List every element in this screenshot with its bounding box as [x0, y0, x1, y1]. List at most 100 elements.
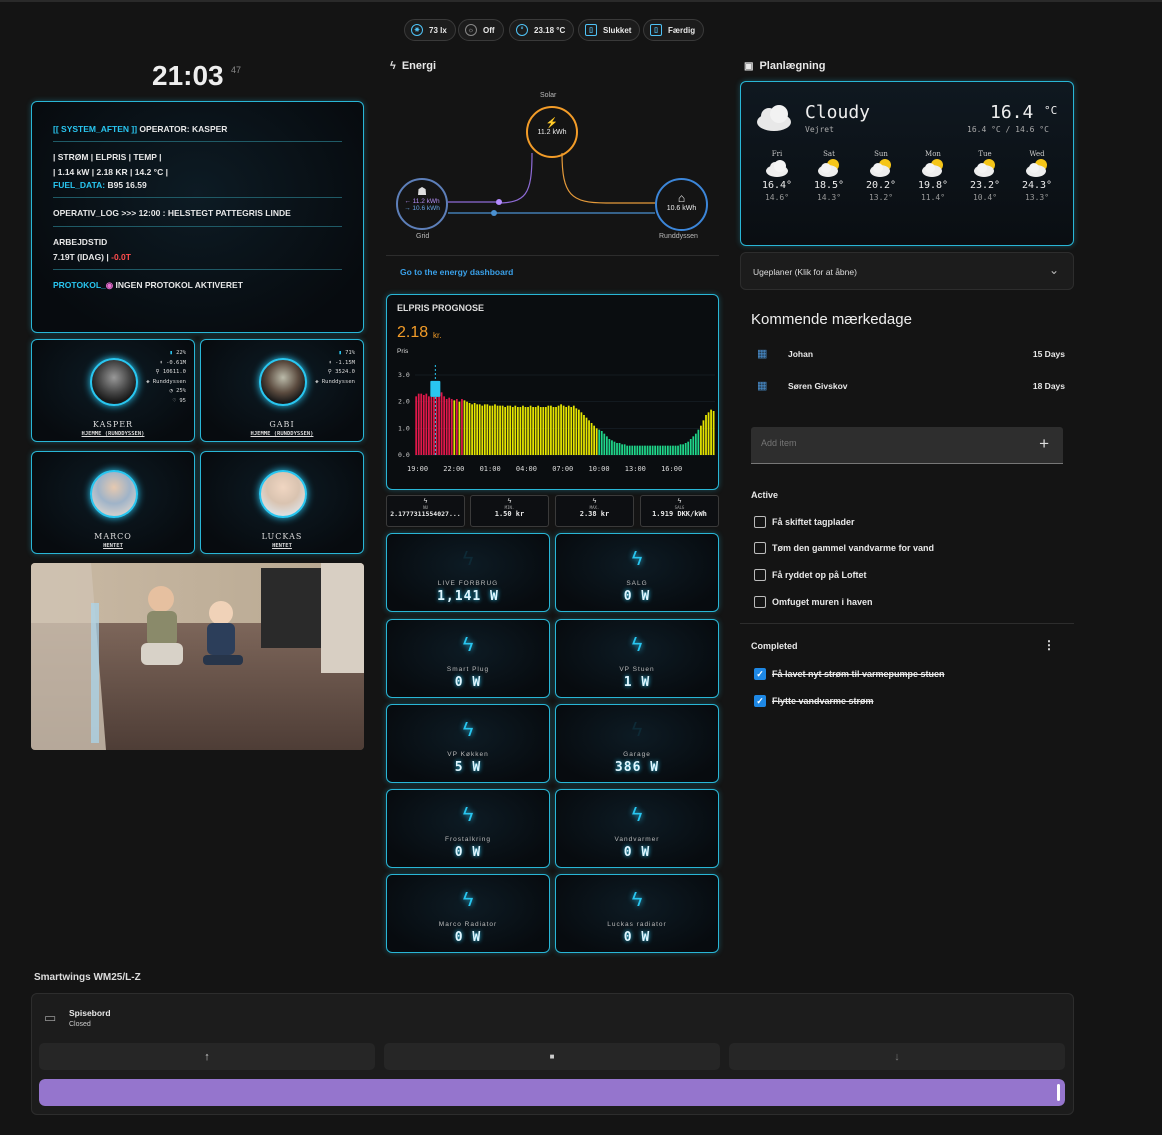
price-bar [527, 407, 529, 455]
solar-node[interactable]: ⚡ 11.2 kWh [526, 106, 578, 158]
cover-position-slider[interactable] [39, 1079, 1065, 1106]
grid-node[interactable]: ☗ ← 11.2 kWh → 10.6 kWh [396, 178, 448, 230]
slider-handle[interactable] [1057, 1084, 1060, 1101]
y-tick-label: 3.0 [398, 371, 410, 379]
checkbox-checked[interactable]: ✓ [754, 695, 766, 707]
todo-item[interactable]: Få skiftet tagplader [754, 516, 855, 528]
chip-device[interactable]: ▯ Slukket [578, 19, 641, 41]
power-live-consumption[interactable]: ϟ LIVE FORBRUG 1,141 W [386, 533, 550, 612]
price-bar [651, 445, 654, 455]
price-bar [644, 445, 646, 455]
x-tick-label: 13:00 [625, 465, 646, 473]
checkbox[interactable] [754, 516, 766, 528]
more-vertical-icon[interactable]: ⋮ [1043, 638, 1055, 652]
person-card-luckas[interactable]: LUCKAS HENTET [200, 451, 364, 554]
protocol-line: PROTOKOL_◉ INGEN PROTOKOL AKTIVERET [53, 280, 243, 290]
todo-item-completed[interactable]: ✓ Få lavet nyt strøm til varmepumpe stuen [754, 668, 945, 680]
price-bar [466, 401, 468, 455]
temperature-unit: °C [1044, 104, 1058, 117]
weather-card[interactable]: Cloudy Vejret 16.4 °C 16.4 °C / 14.6 °C … [740, 81, 1074, 246]
power-luckas-radiator[interactable]: ϟ Luckas radiator 0 W [555, 874, 719, 953]
power-marco-radiator[interactable]: ϟ Marco Radiator 0 W [386, 874, 550, 953]
price-bar [631, 445, 634, 455]
power-vandvarmer[interactable]: ϟ Vandvarmer 0 W [555, 789, 719, 868]
price-bar [649, 445, 651, 455]
price-bar [417, 393, 420, 455]
cover-stop-button[interactable]: ■ [384, 1043, 720, 1070]
active-title: Active [751, 490, 779, 500]
add-item-input[interactable] [761, 438, 1021, 448]
price-bar [654, 445, 657, 455]
price-bar [567, 405, 570, 455]
checkbox[interactable] [754, 596, 766, 608]
energy-dashboard-link[interactable]: Go to the energy dashboard [400, 267, 513, 277]
chip-light[interactable]: ☼ Off [458, 19, 504, 41]
calendar-icon: ▦ [757, 380, 768, 392]
price-bar [677, 445, 679, 455]
person-name: KASPER [92, 420, 134, 429]
divider [53, 197, 342, 198]
chip-temperature[interactable]: ° 23.18 °C [509, 19, 575, 41]
power-garage[interactable]: ϟ Garage 386 W [555, 704, 719, 783]
cover-open-button[interactable]: ↑ [39, 1043, 375, 1070]
power-frostalkring[interactable]: ϟ Frostalkring 0 W [386, 789, 550, 868]
price-bar [544, 407, 547, 455]
todo-item[interactable]: Få ryddet op på Loftet [754, 569, 867, 581]
power-sale[interactable]: ϟ SALG 0 W [555, 533, 719, 612]
todo-item[interactable]: Omfuget muren i haven [754, 596, 873, 608]
price-bar [633, 445, 636, 455]
price-bar [550, 405, 552, 455]
price-bar [666, 445, 669, 455]
list-item[interactable]: ▦ Johan 15 Days [757, 347, 1065, 361]
blinds-icon[interactable]: ▭ [44, 1010, 56, 1026]
power-vp-kokken[interactable]: ϟ VP Køkken 5 W [386, 704, 550, 783]
home-node[interactable]: ⌂ 10.6 kWh [655, 178, 708, 231]
checkbox-checked[interactable]: ✓ [754, 668, 766, 680]
bolt-icon: ϟ [462, 889, 474, 911]
weekplans-expander[interactable]: Ugeplaner (Klik for at åbne) ⌄ [740, 252, 1074, 290]
temperature-range: 16.4 °C / 14.6 °C [967, 125, 1049, 134]
person-stats: ▮ 22% ⬍ -0.61M ⚲ 10611.0 ◈ Runddyssen ◔ … [146, 350, 186, 404]
divider [386, 255, 719, 256]
system-header: [[ SYSTEM_AFTEN ]] OPERATOR: KASPER [53, 124, 228, 134]
price-bar [588, 420, 590, 455]
cover-close-button[interactable]: ↓ [729, 1043, 1065, 1070]
camera-photo[interactable] [31, 563, 364, 750]
y-axis-label: Pris [397, 348, 409, 355]
price-bar [473, 403, 476, 455]
price-bar [646, 445, 649, 455]
list-item[interactable]: ▦ Søren Givskov 18 Days [757, 379, 1065, 393]
todo-item-completed[interactable]: ✓ Flytte vandvarme strøm [754, 695, 874, 707]
weather-label: Vejret [805, 125, 834, 134]
price-bar [486, 404, 489, 455]
checkbox[interactable] [754, 569, 766, 581]
price-bar [570, 407, 573, 455]
person-card-marco[interactable]: MARCO HENTET [31, 451, 195, 554]
brightness-icon: ✷ [411, 24, 423, 36]
price-bar [626, 445, 629, 455]
checkbox[interactable] [754, 542, 766, 554]
power-smart-plug[interactable]: ϟ Smart Plug 0 W [386, 619, 550, 698]
y-tick-label: 0.0 [398, 451, 410, 459]
price-bar [448, 397, 451, 455]
price-bar [435, 392, 438, 455]
todo-item[interactable]: Tøm den gammel vandvarme for vand [754, 542, 934, 554]
price-bar [511, 407, 514, 455]
price-bar [618, 443, 621, 455]
plus-icon[interactable]: + [1039, 434, 1049, 454]
price-bar [689, 439, 692, 455]
chip-status[interactable]: ▯ Færdig [643, 19, 705, 41]
price-bar [476, 404, 479, 455]
price-bar [433, 391, 435, 455]
person-card-gabi[interactable]: ▮ 71% ⬍ -1.15M ⚲ 3524.0 ◈ Runddyssen GAB… [200, 339, 364, 442]
price-bar [575, 408, 578, 455]
stat-sale: ϟ SALG 1.919 DKK/kWh [640, 495, 719, 527]
person-card-kasper[interactable]: ▮ 22% ⬍ -0.61M ⚲ 10611.0 ◈ Runddyssen ◔ … [31, 339, 195, 442]
price-bar [440, 392, 443, 455]
chip-illuminance[interactable]: ✷ 73 lx [404, 19, 456, 41]
avatar [259, 470, 307, 518]
weather-condition: Cloudy [805, 102, 871, 123]
x-tick-label: 10:00 [589, 465, 610, 473]
add-item-field[interactable]: + [751, 427, 1063, 464]
power-vp-stuen[interactable]: ϟ VP Stuen 1 W [555, 619, 719, 698]
